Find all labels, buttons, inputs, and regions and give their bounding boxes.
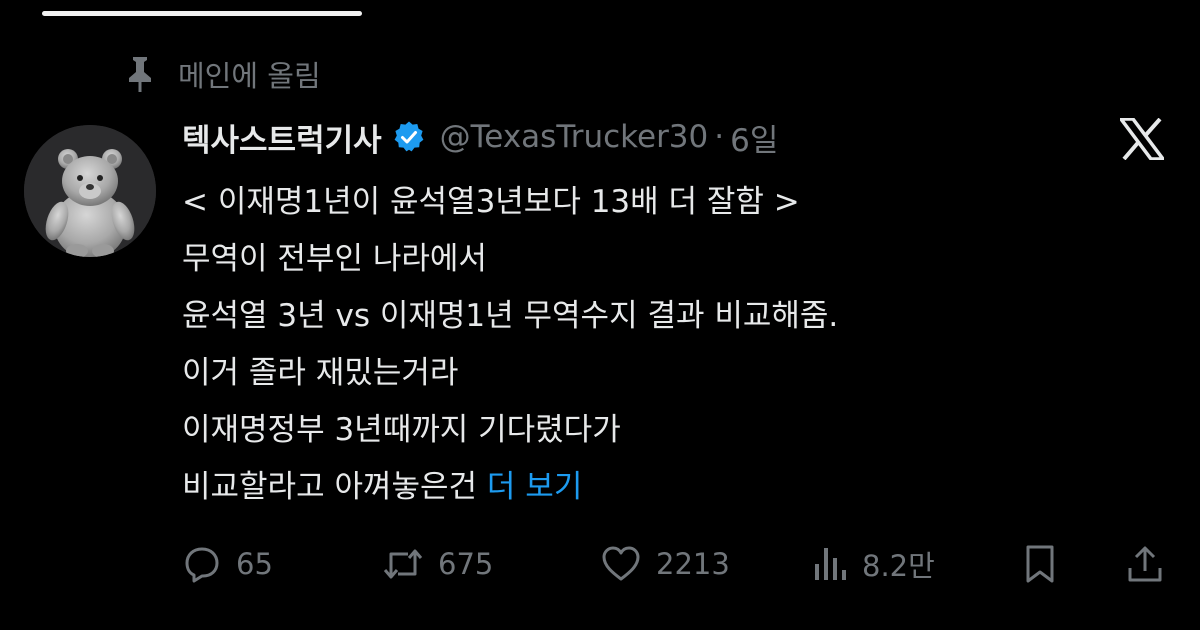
post-timestamp[interactable]: 6일 xyxy=(730,115,778,160)
views-icon xyxy=(812,544,848,584)
show-more-link[interactable]: 더 보기 xyxy=(487,469,582,505)
like-count: 2213 xyxy=(656,547,730,581)
action-bar: 65 675 2213 8.2만 xyxy=(182,538,1172,590)
post-text-line: 비교할라고 아껴놓은건 xyxy=(182,469,487,505)
like-icon xyxy=(600,544,642,584)
reply-button[interactable]: 65 xyxy=(182,538,273,590)
pin-icon xyxy=(126,55,154,93)
reply-icon xyxy=(182,544,222,584)
repost-button[interactable]: 675 xyxy=(382,538,493,590)
author-display-name[interactable]: 텍사스트럭기사 xyxy=(182,115,382,160)
pinned-indicator: 메인에 올림 xyxy=(126,52,321,96)
post-body: < 이재명1년이 윤석열3년보다 13배 더 잘함 > 무역이 전부인 나라에서… xyxy=(182,174,838,516)
bear-avatar-image xyxy=(24,125,156,257)
verified-badge-icon[interactable] xyxy=(392,120,426,154)
views-count: 8.2만 xyxy=(862,549,935,583)
views-button[interactable]: 8.2만 xyxy=(812,538,935,590)
repost-count: 675 xyxy=(438,547,494,581)
post-text-line: 이거 졸라 재밌는거라 xyxy=(182,355,459,391)
post-text-line: 이재명정부 3년때까지 기다렸다가 xyxy=(182,412,621,448)
post-text-line: < 이재명1년이 윤석열3년보다 13배 더 잘함 > xyxy=(182,184,800,220)
post-text-line: 무역이 전부인 나라에서 xyxy=(182,241,487,277)
share-icon xyxy=(1126,544,1164,584)
post-text-line-last: 비교할라고 아껴놓은건 더 보기 xyxy=(182,459,838,516)
like-button[interactable]: 2213 xyxy=(600,538,730,590)
repost-icon xyxy=(382,544,424,584)
avatar[interactable] xyxy=(24,125,156,257)
separator-dot: · xyxy=(714,119,725,155)
bookmark-button[interactable] xyxy=(1022,538,1058,590)
post-text-line: 윤석열 3년 vs 이재명1년 무역수지 결과 비교해줌. xyxy=(182,298,839,334)
post-header: 텍사스트럭기사 @TexasTrucker30 · 6일 xyxy=(182,112,778,162)
x-logo-icon[interactable] xyxy=(1119,117,1165,164)
status-bar-indicator xyxy=(42,11,362,16)
bookmark-icon xyxy=(1022,544,1058,584)
author-handle[interactable]: @TexasTrucker30 xyxy=(440,119,709,155)
pinned-label: 메인에 올림 xyxy=(178,59,321,93)
reply-count: 65 xyxy=(236,547,273,581)
share-button[interactable] xyxy=(1126,538,1164,590)
